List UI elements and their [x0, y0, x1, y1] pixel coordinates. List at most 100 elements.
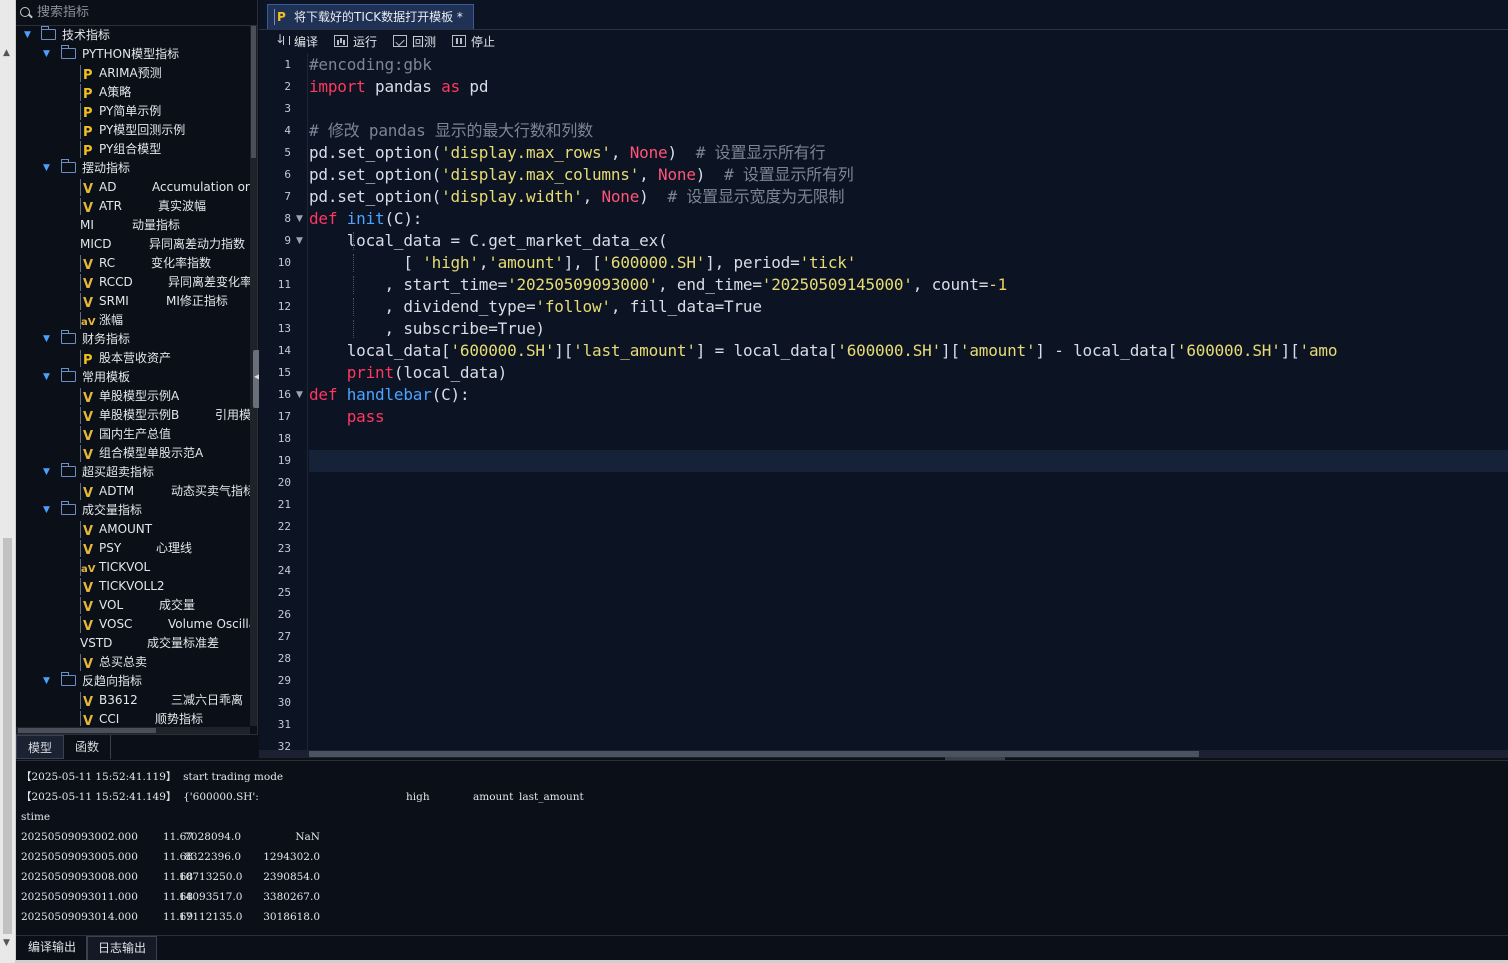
code-token: , fill_data=True	[610, 297, 762, 316]
scroll-up-icon[interactable]: ▲	[3, 48, 10, 58]
tree-item-label: VOSC	[99, 617, 133, 631]
compile-label: 编译	[294, 34, 319, 49]
tree-item[interactable]: V AMOUNT	[16, 520, 252, 539]
tab-functions[interactable]: 函数	[64, 735, 112, 759]
tree-item[interactable]: MICD 异同离差动力指数	[16, 235, 252, 254]
tree-item[interactable]: V PSY 心理线	[16, 539, 252, 558]
formula-indicator-icon: V	[80, 179, 94, 197]
tree-item[interactable]: V AD Accumulation or	[16, 178, 252, 197]
code-line: , dividend_type='follow', fill_data=True	[309, 296, 762, 318]
code-editor[interactable]: 1 2 3 4 5 6 7 8 ▼ 9 ▼ 10 11 12 13 14 15 16 ▼ 17 18 19 20 21 22 23…	[259, 53, 1508, 750]
expand-arrow-icon[interactable]: ▼	[43, 501, 51, 520]
compile-button[interactable]: 编译	[275, 32, 319, 50]
line-number: 7	[284, 190, 291, 203]
tree-item[interactable]: P PY组合模型	[16, 140, 252, 159]
outer-scrollbar[interactable]: ▲ ▼	[0, 0, 16, 963]
scroll-down-icon[interactable]: ▼	[3, 938, 10, 948]
folder-icon	[61, 463, 76, 477]
fold-toggle-icon[interactable]: ▼	[296, 208, 303, 230]
code-token: 'amo	[1299, 341, 1338, 360]
tree-item[interactable]: aV TICKVOL	[16, 558, 252, 577]
folder-icon	[61, 159, 76, 173]
tree-item[interactable]: V B3612 三减六日乖离	[16, 691, 252, 710]
tree-item[interactable]: V VOSC Volume Oscilla	[16, 615, 252, 634]
line-number: 6	[284, 168, 291, 181]
log-line: 【2025-05-11 15:52:41.149】 {'600000.SH': h…	[21, 787, 1501, 807]
tree-group[interactable]: ▼ 成交量指标	[16, 501, 252, 520]
editor-horizontal-scrollbar[interactable]	[259, 750, 1508, 758]
tree-item[interactable]: aV 涨幅	[16, 311, 252, 330]
expand-arrow-icon[interactable]: ▼	[24, 26, 32, 45]
tree-group[interactable]: ▼ 财务指标	[16, 330, 252, 349]
tree-group[interactable]: ▼ 技术指标	[16, 26, 252, 45]
backtest-icon	[393, 35, 408, 47]
tree-item[interactable]: P PY简单示例	[16, 102, 252, 121]
code-token: , start_time=	[309, 275, 508, 294]
code-token: , end_time=	[658, 275, 762, 294]
tree-item-label: B3612	[99, 693, 138, 707]
tree-group[interactable]: ▼ 反趋向指标	[16, 672, 252, 691]
formula-indicator-icon: V	[80, 426, 94, 444]
tree-item[interactable]: P ARIMA预测	[16, 64, 252, 83]
python-indicator-icon: P	[80, 141, 94, 159]
tree-item[interactable]: V CCI 顺势指标	[16, 710, 252, 726]
tab-compile-output[interactable]: 编译输出	[18, 936, 88, 960]
tree-item[interactable]: V TICKVOLL2	[16, 577, 252, 596]
tree-hscroll-thumb[interactable]	[18, 728, 156, 733]
python-indicator-icon: P	[80, 122, 94, 140]
tree-item[interactable]: V 组合模型单股示范A	[16, 444, 252, 463]
tree-item[interactable]: V ADTM 动态买卖气指标	[16, 482, 252, 501]
tree-item[interactable]: V RC 变化率指数	[16, 254, 252, 273]
tree-item[interactable]: MI 动量指标	[16, 216, 252, 235]
tree-group[interactable]: ▼ 常用模板	[16, 368, 252, 387]
stop-button[interactable]: 停止	[452, 33, 495, 50]
tree-group[interactable]: ▼ PYTHON模型指标	[16, 45, 252, 64]
expand-arrow-icon[interactable]: ▼	[43, 159, 51, 178]
expand-arrow-icon[interactable]: ▼	[43, 672, 51, 691]
line-number: 28	[277, 652, 291, 665]
code-token: 'last_amount'	[573, 341, 696, 360]
code-token: (C):	[431, 385, 470, 404]
code-token: def	[309, 385, 338, 404]
fold-toggle-icon[interactable]: ▼	[296, 384, 303, 406]
search-input[interactable]	[37, 5, 237, 20]
backtest-button[interactable]: 回测	[393, 33, 436, 50]
code-token: pd	[459, 77, 489, 96]
tree-item[interactable]: VSTD 成交量标准差	[16, 634, 252, 653]
tree-item[interactable]: V ATR 真实波幅	[16, 197, 252, 216]
tab-log-output[interactable]: 日志输出	[87, 936, 158, 960]
code-token: 'high'	[422, 253, 479, 272]
line-number: 23	[277, 542, 291, 555]
scrollbar-thumb[interactable]	[3, 538, 12, 934]
code-token: ] = local_data[	[695, 341, 838, 360]
expand-arrow-icon[interactable]: ▼	[43, 463, 51, 482]
code-body[interactable]: #encoding:gbk import pandas as pd # 修改 pan…	[309, 53, 1508, 750]
tree-item[interactable]: V 单股模型示例B 引用模	[16, 406, 252, 425]
tab-model[interactable]: 模型	[16, 735, 65, 759]
expand-arrow-icon[interactable]: ▼	[43, 45, 51, 64]
tree-item[interactable]: V 单股模型示例A	[16, 387, 252, 406]
fold-toggle-icon[interactable]: ▼	[296, 230, 303, 252]
tree-item[interactable]: V SRMI MI修正指标	[16, 292, 252, 311]
code-line	[309, 560, 347, 582]
tree-horizontal-scrollbar[interactable]	[16, 727, 250, 734]
tree-item[interactable]: P PY模型回测示例	[16, 121, 252, 140]
editor-hscroll-thumb[interactable]	[309, 751, 1199, 757]
run-button[interactable]: 运行	[334, 33, 377, 50]
tree-item[interactable]: P A策略	[16, 83, 252, 102]
tree-item[interactable]: P 股本营收资产	[16, 349, 252, 368]
tree-vscroll-thumb[interactable]	[251, 26, 256, 158]
expand-arrow-icon[interactable]: ▼	[43, 330, 51, 349]
tree-item[interactable]: V 国内生产总值	[16, 425, 252, 444]
tree-item[interactable]: V 总买总卖	[16, 653, 252, 672]
tab-document[interactable]: P 将下载好的TICK数据打开模板 *	[267, 4, 474, 29]
tree-item[interactable]: V RCCD 异同离差变化率	[16, 273, 252, 292]
log-cell: NaN	[295, 831, 320, 843]
tree-item[interactable]: V VOL 成交量	[16, 596, 252, 615]
expand-arrow-icon[interactable]: ▼	[43, 368, 51, 387]
tree-group[interactable]: ▼ 超买超卖指标	[16, 463, 252, 482]
tree-group[interactable]: ▼ 摆动指标	[16, 159, 252, 178]
